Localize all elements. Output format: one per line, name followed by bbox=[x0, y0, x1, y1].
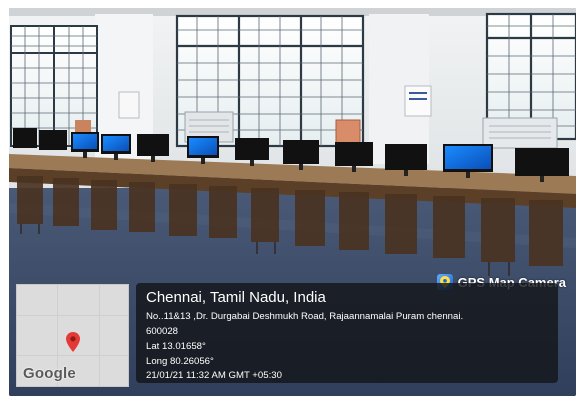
google-logo: Google bbox=[23, 365, 76, 382]
address-line-2: 600028 bbox=[146, 326, 179, 337]
latitude: Lat 13.01658° bbox=[146, 341, 206, 352]
longitude: Long 80.26056° bbox=[146, 356, 214, 367]
map-thumbnail: Google bbox=[16, 284, 129, 387]
map-pin-icon bbox=[66, 332, 80, 352]
timestamp: 21/01/21 11:32 AM GMT +05:30 bbox=[146, 370, 282, 381]
location-title: Chennai, Tamil Nadu, India bbox=[146, 289, 326, 306]
address-line-1: No..11&13 ,Dr. Durgabai Deshmukh Road, R… bbox=[146, 311, 464, 322]
